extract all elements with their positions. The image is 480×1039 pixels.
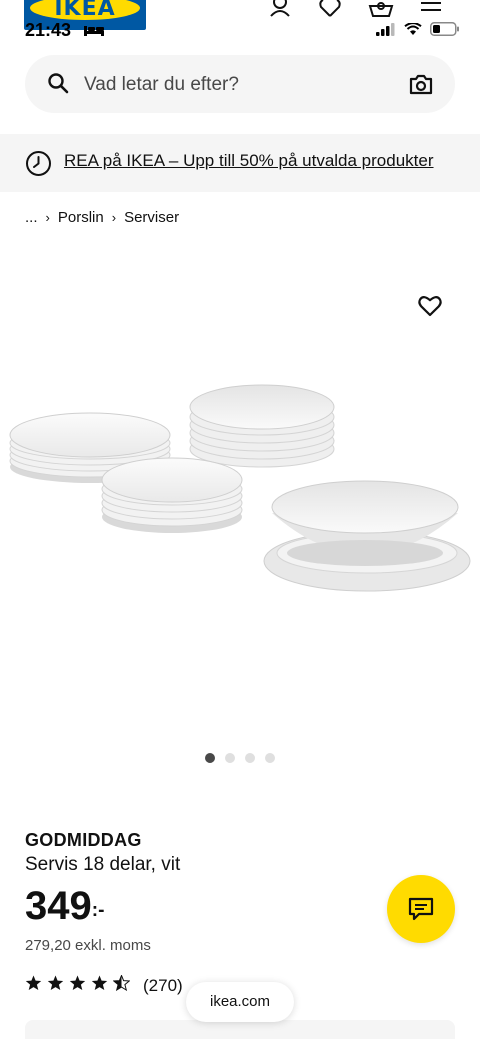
price-suffix: :- [91,900,105,921]
breadcrumb-item-porslin[interactable]: Porslin [58,209,104,226]
status-time: 21:43 [25,20,72,40]
rating-count: (270) [143,975,183,995]
search-input[interactable]: Vad letar du efter? [84,74,239,96]
next-section-card [25,1020,455,1039]
carousel-dot-4[interactable] [265,753,275,763]
star-icon [91,975,108,996]
status-indicators [376,21,460,41]
carousel-dot-2[interactable] [225,753,235,763]
product-image [9,384,471,592]
favourite-heart-icon[interactable] [418,295,442,322]
camera-icon[interactable] [409,73,433,100]
carousel-dots [205,753,275,763]
signal-icon [376,22,396,41]
account-icon[interactable] [268,0,292,23]
sleep-icon [84,23,104,41]
wifi-icon [404,21,422,41]
heart-icon[interactable] [318,0,342,23]
product-price: 349 :- [25,884,104,928]
browser-url-pill[interactable]: ikea.com [186,982,294,1022]
star-icon [69,975,86,996]
half-star-icon [112,974,131,996]
product-gallery[interactable] [0,235,480,735]
price-excl-vat: 279,20 exkl. moms [25,937,151,954]
star-icon [47,975,64,996]
product-description: Servis 18 delar, vit [25,854,181,875]
menu-icon[interactable] [420,0,442,23]
clock-icon [25,150,52,182]
logo-text: IKEA [54,0,116,21]
breadcrumb-ellipsis[interactable]: ... [25,209,38,226]
breadcrumb: ... › Porslin › Serviser [25,209,179,226]
star-icon [25,975,42,996]
header-nav [268,0,442,23]
deep-plate-stack [189,384,335,468]
place-setting [263,480,471,592]
carousel-dot-3[interactable] [245,753,255,763]
search-icon [47,72,69,99]
promo-link[interactable]: REA på IKEA – Upp till 50% på utvalda pr… [64,151,434,171]
battery-icon [430,22,460,41]
chat-icon [408,897,434,921]
search-bar[interactable]: Vad letar du efter? [25,55,455,113]
side-plate-stack [101,457,243,533]
promo-banner: REA på IKEA – Upp till 50% på utvalda pr… [0,134,480,192]
breadcrumb-item-serviser[interactable]: Serviser [124,209,179,226]
product-name: GODMIDDAG [25,830,142,850]
chat-button[interactable] [387,875,455,943]
chevron-right-icon: › [45,210,50,225]
carousel-dot-1[interactable] [205,753,215,763]
price-value: 349 [25,884,92,928]
basket-icon[interactable] [368,0,394,23]
rating[interactable]: (270) [25,974,183,996]
top-bar: IKEA 21:43 [0,0,480,46]
chevron-right-icon: › [111,210,117,225]
